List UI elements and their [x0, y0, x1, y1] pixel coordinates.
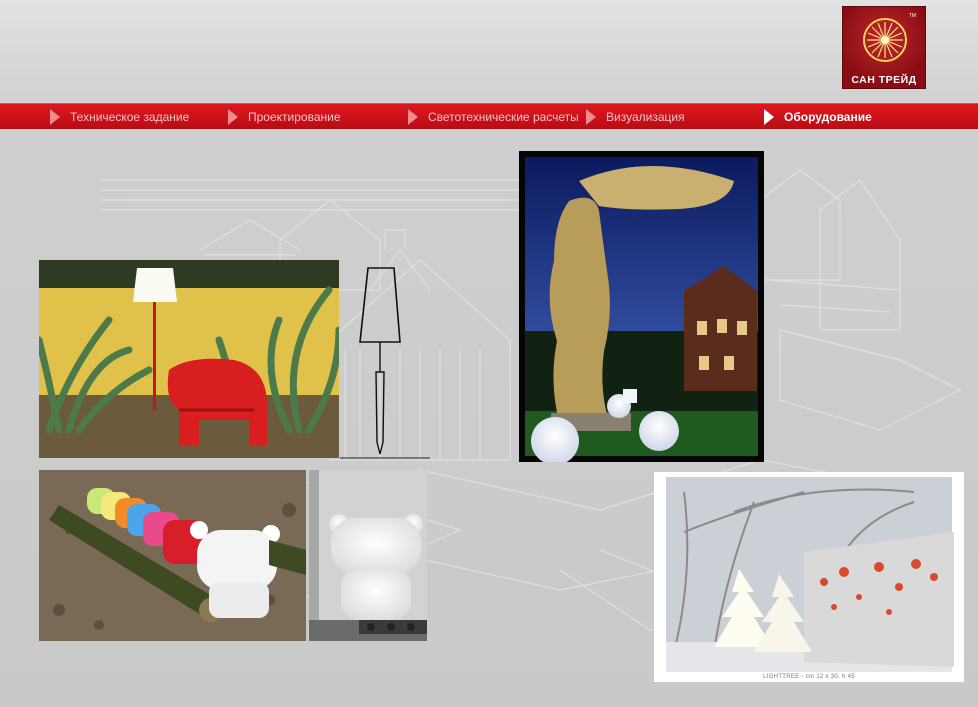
nav-item-design[interactable]: Проектирование — [228, 104, 341, 129]
nav-arrow-icon — [228, 108, 238, 125]
nav-item-label: Техническое задание — [70, 109, 190, 124]
photo-winged-statue-night — [519, 151, 764, 462]
nav-item-label: Визуализация — [606, 109, 685, 124]
logo-text: САН ТРЕЙД — [851, 74, 917, 86]
chair-scene-illustration — [39, 260, 339, 458]
photo-lighttree: LIGHTTREE - cm 12 x 30, h 45 — [654, 472, 964, 682]
nav-item-label: Оборудование — [784, 109, 872, 124]
trademark-label: TM — [908, 13, 916, 19]
nav-arrow-icon — [50, 108, 60, 125]
photo-bear-lamps-row — [39, 470, 306, 641]
lighttree-illustration — [666, 477, 954, 672]
photo-glowing-bear-lamp — [309, 470, 427, 641]
nav-item-lighting-calculations[interactable]: Светотехнические расчеты — [408, 104, 579, 129]
nav-arrow-icon — [408, 108, 418, 125]
bear-lamp-illustration — [309, 470, 427, 641]
header-band — [0, 0, 978, 96]
photo-red-chair-floor-lamp — [39, 260, 339, 458]
nav-arrow-icon — [586, 108, 596, 125]
statue-scene-illustration — [525, 157, 758, 462]
nav-item-label: Проектирование — [248, 109, 341, 124]
process-nav-bar: Техническое задание Проектирование Свето… — [0, 103, 978, 129]
nav-item-label: Светотехнические расчеты — [428, 109, 579, 124]
lighttree-caption: LIGHTTREE - cm 12 x 30, h 45 — [763, 674, 855, 680]
nav-item-equipment[interactable]: Оборудование — [764, 104, 872, 129]
nav-arrow-icon — [764, 108, 774, 125]
bear-row-illustration — [39, 470, 306, 641]
nav-item-visualization[interactable]: Визуализация — [586, 104, 685, 129]
nav-item-technical-task[interactable]: Техническое задание — [50, 104, 189, 129]
company-logo[interactable]: TM САН ТРЕЙД — [842, 6, 926, 89]
floor-lamp-drawing — [340, 267, 430, 459]
